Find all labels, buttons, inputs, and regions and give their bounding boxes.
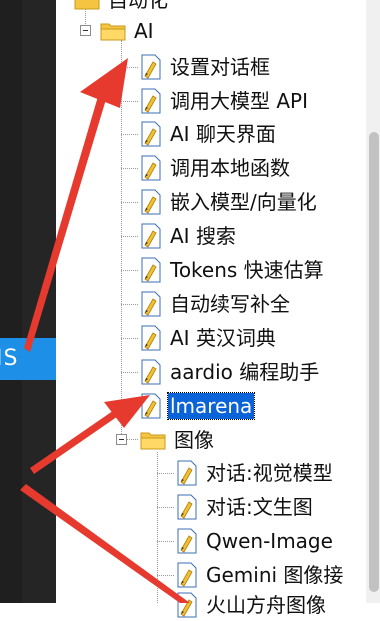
tree-guide — [126, 439, 138, 440]
tree-folder-label: 图像 — [174, 428, 214, 452]
aardio-file-icon — [141, 223, 161, 249]
tree-item-settings-dialog[interactable]: 设置对话框 — [140, 51, 272, 83]
tree-item-text-to-image[interactable]: 对话:文生图 — [176, 491, 315, 523]
aardio-file-icon — [141, 291, 161, 317]
aardio-file-icon — [141, 54, 161, 80]
tree-folder-label: 自动化 — [108, 0, 168, 12]
tree-item-qwen-image[interactable]: Qwen-Image — [176, 525, 335, 557]
tree-guide — [121, 67, 138, 68]
tree-guide — [157, 507, 174, 508]
tree-item-embedding[interactable]: 嵌入模型/向量化 — [140, 186, 319, 218]
tree-item-vision-chat[interactable]: 对话:视觉模型 — [176, 457, 335, 489]
tree-folder-ai[interactable]: AI — [100, 15, 156, 47]
tree-item-ai-search[interactable]: AI 搜索 — [140, 220, 238, 252]
tree-guide — [121, 270, 138, 271]
tree-guide — [121, 236, 138, 237]
tree-item-label: 对话:视觉模型 — [206, 461, 333, 485]
aardio-file-icon — [141, 325, 161, 351]
collapse-icon[interactable] — [80, 25, 91, 36]
tree-item-gemini-image[interactable]: Gemini 图像接 — [176, 559, 345, 591]
tree-item-label: aardio 编程助手 — [170, 360, 320, 384]
aardio-file-icon — [141, 189, 161, 215]
aardio-file-icon — [141, 155, 161, 181]
project-tree[interactable]: 自动化 AI 设置对话框 调用大模型 API AI 聊天界面 调用本地函数 嵌入… — [56, 0, 366, 618]
tree-item-label: 火山方舟图像 — [206, 593, 326, 617]
tree-item-autocomplete[interactable]: 自动续写补全 — [140, 288, 292, 320]
aardio-file-icon — [141, 359, 161, 385]
tree-item-lmarena[interactable]: lmarena — [140, 390, 256, 422]
tree-guide — [121, 406, 138, 407]
tree-guide — [121, 134, 138, 135]
aardio-file-icon — [177, 528, 197, 554]
tree-guide — [121, 202, 138, 203]
tree-item-ai-chat-ui[interactable]: AI 聊天界面 — [140, 118, 278, 150]
tree-item-label: lmarena — [166, 392, 256, 420]
left-blue-tab[interactable]: IS — [0, 338, 56, 380]
tree-guide — [121, 168, 138, 169]
folder-icon — [74, 0, 100, 10]
tree-item-label: 对话:文生图 — [206, 495, 313, 519]
tree-item-local-functions[interactable]: 调用本地函数 — [140, 152, 292, 184]
tree-guide — [121, 101, 138, 102]
folder-icon — [140, 432, 166, 450]
tree-item-aardio-assistant[interactable]: aardio 编程助手 — [140, 356, 321, 388]
folder-icon — [100, 23, 126, 41]
tree-item-label: 嵌入模型/向量化 — [170, 190, 317, 214]
aardio-file-icon — [141, 121, 161, 147]
tree-item-label: AI 聊天界面 — [170, 122, 276, 146]
tree-item-tokens-estimate[interactable]: Tokens 快速估算 — [140, 254, 326, 286]
left-inner-pane — [22, 0, 56, 603]
tree-guide — [121, 372, 138, 373]
aardio-file-icon — [177, 460, 197, 486]
tree-guide — [157, 575, 174, 576]
tree-guide — [157, 541, 174, 542]
tree-item-label: 自动续写补全 — [170, 292, 290, 316]
tree-item-call-llm-api[interactable]: 调用大模型 API — [140, 85, 310, 117]
tree-item-label: Qwen-Image — [206, 529, 333, 553]
aardio-file-icon — [141, 393, 161, 419]
tree-item-label: AI 搜索 — [170, 224, 236, 248]
tree-item-label: 调用本地函数 — [170, 156, 290, 180]
tree-folder-image[interactable]: 图像 — [140, 424, 216, 456]
aardio-file-icon — [141, 257, 161, 283]
tree-item-label: Gemini 图像接 — [206, 563, 344, 587]
aardio-file-icon — [141, 88, 161, 114]
tree-item-label: 设置对话框 — [170, 55, 270, 79]
tree-item-label: Tokens 快速估算 — [170, 258, 324, 282]
aardio-file-icon — [177, 592, 197, 618]
tree-folder-automation[interactable]: 自动化 — [74, 0, 170, 16]
tree-item-ai-dictionary[interactable]: AI 英汉词典 — [140, 322, 278, 354]
tree-guide — [121, 40, 122, 408]
aardio-file-icon — [177, 562, 197, 588]
tree-guide — [157, 452, 158, 603]
aardio-file-icon — [177, 494, 197, 520]
tree-guide — [157, 473, 174, 474]
tree-item-label: 调用大模型 API — [170, 89, 308, 113]
tree-item-volcano-image[interactable]: 火山方舟图像 — [176, 589, 328, 621]
tree-item-label: AI 英汉词典 — [170, 326, 276, 350]
tree-guide — [121, 304, 138, 305]
scrollbar-thumb[interactable] — [369, 132, 379, 592]
left-blue-tab-label: IS — [0, 346, 19, 371]
tree-folder-label: AI — [134, 19, 154, 43]
collapse-icon[interactable] — [116, 434, 127, 445]
tree-guide — [121, 338, 138, 339]
